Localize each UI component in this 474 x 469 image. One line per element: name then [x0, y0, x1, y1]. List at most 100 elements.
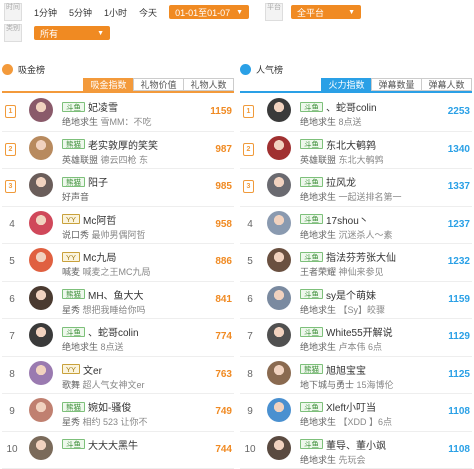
avatar[interactable]: [267, 210, 291, 235]
streamer-name[interactable]: 阳子: [88, 174, 108, 189]
streamer-name[interactable]: Mc九局: [83, 249, 116, 264]
platform-badge: 斗鱼: [300, 326, 323, 337]
stream-title: 15海博伦: [356, 379, 394, 390]
stream-info: 星秀 相约 523 让你不: [62, 415, 148, 428]
list-item[interactable]: 5 斗鱼 指法芬芳张大仙 王者荣耀 神仙来参见 1232: [240, 244, 472, 282]
rank-number: 8: [9, 368, 15, 380]
avatar[interactable]: [29, 248, 53, 272]
streamer-name[interactable]: 董导、董小飒: [326, 437, 386, 452]
platform-badge: 斗鱼: [300, 289, 323, 299]
score-value: 985: [215, 181, 232, 192]
avatar[interactable]: [29, 360, 53, 385]
streamer-line: 斗鱼 拉风龙: [300, 174, 356, 189]
tab-gift-value[interactable]: 礼物价值: [133, 78, 184, 91]
list-item[interactable]: 7 斗鱼 、蛇哥colin 绝地求生 8点送 774: [2, 319, 234, 357]
rank-number: 5: [247, 256, 253, 267]
avatar[interactable]: [29, 323, 53, 347]
list-item[interactable]: 6 斗鱼 sy是个萌妹 绝地求生 【Sy】皎骤 1159: [240, 282, 472, 319]
avatar[interactable]: [267, 323, 291, 347]
time-tab-5min[interactable]: 5分钟: [69, 6, 92, 19]
avatar[interactable]: [29, 285, 53, 310]
streamer-name[interactable]: 大大大黑牛: [88, 437, 138, 452]
time-tab-1hour[interactable]: 1小时: [104, 6, 127, 19]
chevron-down-icon: ▼: [97, 29, 104, 37]
game-category: 绝地求生: [300, 417, 337, 427]
score-value: 1129: [448, 331, 470, 342]
streamer-name[interactable]: 旭旭宝宝: [326, 362, 366, 377]
panel-header: 人气榜: [240, 60, 472, 78]
streamer-line: 斗鱼 sy是个萌妹: [300, 287, 376, 302]
time-tab-1min[interactable]: 1分钟: [34, 6, 57, 19]
list-item[interactable]: 4 YY Mc阿哲 说口秀 最帅男偶阿哲 958: [2, 207, 234, 244]
streamer-name[interactable]: 东北大鹌鹑: [326, 137, 376, 152]
avatar[interactable]: [29, 135, 53, 160]
list-item[interactable]: 7 斗鱼 White55开解说 绝地求生 卢本伟 6点 1129: [240, 319, 472, 357]
stream-title: 雪MM：不吃: [100, 117, 152, 127]
list-item[interactable]: 4 斗鱼 17shou丶 绝地求生 沉迷杀人～素 1237: [240, 207, 472, 244]
avatar[interactable]: [267, 98, 291, 122]
list-item[interactable]: 3 斗鱼 拉风龙 绝地求生 一起送排名第一 1337: [240, 169, 472, 207]
avatar[interactable]: [267, 248, 291, 272]
platform-badge: 斗鱼: [300, 214, 323, 224]
avatar[interactable]: [267, 398, 291, 422]
tab-gift-count[interactable]: 礼物人数: [183, 78, 234, 91]
streamer-name[interactable]: 婉如-骚俊: [88, 399, 131, 414]
tab-gift-index[interactable]: 吸金指数: [83, 78, 134, 91]
list-item[interactable]: 3 熊猫 阳子 好声音 985: [2, 169, 234, 207]
list-item[interactable]: 10 斗鱼 董导、董小飒 绝地求生 先玩会 1108: [240, 432, 472, 469]
streamer-name[interactable]: 、蛇哥colin: [326, 99, 377, 114]
stream-info: 星秀 想把我睡给你吗: [62, 303, 146, 316]
list-item[interactable]: 2 斗鱼 东北大鹌鹑 英雄联盟 东北大鹌鹑 1340: [240, 132, 472, 169]
ranking-tabs: 吸金指数 礼物价值 礼物人数: [83, 78, 234, 91]
avatar[interactable]: [29, 210, 53, 235]
list-item[interactable]: 9 斗鱼 Xleft小叮当 绝地求生 【XDD 】6点 1108: [240, 394, 472, 432]
time-tab-today[interactable]: 今天: [139, 6, 157, 19]
streamer-name[interactable]: MH、鱼大大: [88, 287, 144, 302]
medal-icon: 1: [243, 105, 254, 118]
streamer-name[interactable]: Xleft小叮当: [326, 399, 376, 414]
streamer-name[interactable]: 指法芬芳张大仙: [326, 249, 396, 264]
avatar[interactable]: [29, 98, 53, 122]
tab-fire-index[interactable]: 火力指数: [321, 78, 372, 91]
panel-title: 人气榜: [256, 64, 284, 75]
list-item[interactable]: 8 YY 文er 歌舞 超人气女神文er 763: [2, 357, 234, 394]
streamer-name[interactable]: Mc阿哲: [83, 212, 116, 227]
popularity-ranking-panel: 人气榜 火力指数 弹幕数量 弹幕人数 1 斗鱼 、蛇哥colin 绝地求生 8点…: [240, 60, 472, 469]
rank-number: 10: [244, 443, 256, 455]
streamer-name[interactable]: 17shou丶: [326, 212, 369, 227]
rank-number: 7: [9, 331, 15, 342]
list-item[interactable]: 9 熊猫 婉如-骚俊 星秀 相约 523 让你不 749: [2, 394, 234, 432]
list-item[interactable]: 10 斗鱼 大大大黑牛 744: [2, 432, 234, 469]
score-value: 1159: [448, 293, 470, 305]
list-item[interactable]: 2 熊猫 老实敦厚的笑笑 英雄联盟 德云四枪 东 987: [2, 132, 234, 169]
avatar[interactable]: [267, 360, 291, 385]
list-item[interactable]: 1 斗鱼 、蛇哥colin 绝地求生 8点送 2253: [240, 94, 472, 132]
streamer-name[interactable]: 文er: [83, 362, 102, 377]
avatar[interactable]: [29, 173, 53, 197]
platform-badge: 斗鱼: [300, 176, 323, 187]
streamer-name[interactable]: White55开解说: [326, 324, 393, 339]
avatar[interactable]: [29, 435, 53, 460]
score-value: 987: [215, 143, 232, 155]
avatar[interactable]: [267, 173, 291, 197]
list-item[interactable]: 5 YY Mc九局 喊麦 喊麦之王MC九局 886: [2, 244, 234, 282]
streamer-name[interactable]: 、蛇哥colin: [88, 324, 139, 339]
date-range-dropdown[interactable]: 01-01至01-07 ▼: [169, 5, 250, 19]
avatar[interactable]: [29, 398, 53, 422]
list-item[interactable]: 1 斗鱼 妃凌雪 绝地求生 雪MM：不吃 1159: [2, 94, 234, 132]
list-item[interactable]: 8 熊猫 旭旭宝宝 地下城与勇士 15海博伦 1125: [240, 357, 472, 394]
game-category: 地下城与勇士: [300, 379, 355, 390]
streamer-name[interactable]: 老实敦厚的笑笑: [88, 137, 158, 152]
avatar[interactable]: [267, 135, 291, 160]
streamer-name[interactable]: 妃凌雪: [88, 99, 118, 114]
platform-dropdown[interactable]: 全平台 ▼: [291, 5, 362, 19]
list-item[interactable]: 6 熊猫 MH、鱼大大 星秀 想把我睡给你吗 841: [2, 282, 234, 319]
avatar[interactable]: [267, 435, 291, 460]
avatar[interactable]: [267, 285, 291, 310]
category-dropdown[interactable]: 所有 ▼: [34, 26, 110, 40]
streamer-name[interactable]: 拉风龙: [326, 174, 356, 189]
streamer-name[interactable]: sy是个萌妹: [326, 287, 376, 302]
streamer-line: 斗鱼 董导、董小飒: [300, 437, 386, 452]
tab-danmaku-users[interactable]: 弹幕人数: [421, 78, 472, 91]
tab-danmaku-count[interactable]: 弹幕数量: [371, 78, 422, 91]
